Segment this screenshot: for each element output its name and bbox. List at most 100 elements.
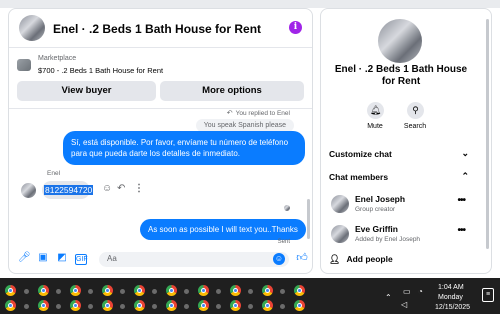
replied-label: You replied to Enel <box>235 110 290 117</box>
customize-chat-label: Customize chat <box>329 149 392 159</box>
clock-day[interactable]: Monday <box>438 294 463 301</box>
browser-taskbar-icon[interactable] <box>230 300 241 311</box>
member-avatar[interactable] <box>331 195 349 213</box>
taskbar-dot-icon <box>248 289 253 294</box>
chat-avatar[interactable] <box>19 15 45 41</box>
browser-taskbar-icon[interactable] <box>294 285 305 296</box>
clock-date[interactable]: 12/15/2025 <box>435 304 470 311</box>
browser-taskbar-icon[interactable] <box>70 285 81 296</box>
taskbar-dot-icon <box>88 304 93 309</box>
composer: 🎤︎ ▣ ◩ GIF Aa ☺ 👍︎ <box>9 247 312 273</box>
member-options-icon[interactable]: ••• <box>457 225 465 236</box>
chat-members-row[interactable]: Chat members ⌃ <box>329 171 469 182</box>
taskbar-dot-icon <box>184 304 189 309</box>
browser-taskbar-icon[interactable] <box>134 285 145 296</box>
member-options-icon[interactable]: ••• <box>457 195 465 206</box>
member-name[interactable]: Enel Joseph <box>355 194 405 204</box>
add-people-label: Add people <box>346 254 393 264</box>
browser-taskbar-icon[interactable] <box>166 285 177 296</box>
browser-taskbar-icon[interactable] <box>262 285 273 296</box>
more-options-button[interactable]: More options <box>160 81 304 101</box>
search-label[interactable]: Search <box>395 123 435 130</box>
volume-icon[interactable]: ◁ <box>401 300 407 309</box>
browser-taskbar-icon[interactable] <box>166 300 177 311</box>
taskbar-dot-icon <box>280 289 285 294</box>
browser-taskbar-icon[interactable] <box>134 300 145 311</box>
browser-taskbar-icon[interactable] <box>198 300 209 311</box>
browser-taskbar-icon[interactable] <box>5 285 16 296</box>
photo-icon[interactable]: ▣ <box>37 252 49 264</box>
outgoing-message[interactable]: As soon as possible I will text you..Tha… <box>140 219 306 240</box>
add-people-row[interactable]: 👤︎ Add people <box>329 254 393 265</box>
message-input[interactable]: Aa ☺ <box>99 252 289 267</box>
chevron-down-icon: ⌄ <box>461 148 469 158</box>
member-avatar[interactable] <box>331 225 349 243</box>
add-person-icon: 👤︎ <box>329 254 341 264</box>
incoming-message[interactable]: 8122594720 <box>42 181 94 199</box>
notifications-icon[interactable]: ≡ <box>482 288 494 302</box>
clock-time[interactable]: 1:04 AM <box>438 284 464 291</box>
group-avatar[interactable] <box>378 19 422 63</box>
gif-icon[interactable]: GIF <box>75 254 88 265</box>
chat-title[interactable]: Enel · .2 Beds 1 Bath House for Rent <box>53 22 261 36</box>
customize-chat-row[interactable]: Customize chat ⌄ <box>329 148 469 159</box>
browser-taskbar-icon[interactable] <box>70 300 81 311</box>
browser-taskbar-icon[interactable] <box>102 300 113 311</box>
chat-scrollbar[interactable] <box>307 199 310 239</box>
selected-phone-number[interactable]: 8122594720 <box>44 185 94 195</box>
react-icon[interactable]: ☺ <box>102 183 112 194</box>
browser-taskbar-icon[interactable] <box>38 300 49 311</box>
network-icon[interactable]: ▭ <box>403 287 411 296</box>
microphone-icon[interactable]: 🎤︎ <box>18 252 31 264</box>
browser-taskbar-icon[interactable] <box>230 285 241 296</box>
marketplace-section: Marketplace $700 - .2 Beds 1 Bath House … <box>9 48 312 109</box>
chat-info-panel: Enel · .2 Beds 1 Bath House for Rent 🔔︎ … <box>320 8 492 274</box>
sticker-icon[interactable]: ◩ <box>56 252 68 264</box>
chat-pane: Enel · .2 Beds 1 Bath House for Rent i M… <box>8 8 313 274</box>
browser-taskbar-icon[interactable] <box>262 300 273 311</box>
marketplace-label: Marketplace <box>38 55 77 62</box>
view-buyer-button[interactable]: View buyer <box>17 81 156 101</box>
taskbar-dot-icon <box>248 304 253 309</box>
reply-arrow-icon: ↶ <box>226 110 233 117</box>
member-name[interactable]: Eve Griffin <box>355 224 398 234</box>
taskbar-dot-icon <box>88 289 93 294</box>
emoji-icon[interactable]: ☺ <box>273 253 285 265</box>
taskbar-dot-icon <box>216 289 221 294</box>
mute-label[interactable]: Mute <box>355 123 395 130</box>
taskbar-dot-icon <box>56 289 61 294</box>
wifi-icon[interactable]: ◔ <box>418 287 423 296</box>
chat-members-label: Chat members <box>329 172 389 182</box>
taskbar-dot-icon <box>120 289 125 294</box>
chevron-up-icon: ⌃ <box>461 171 469 181</box>
taskbar-dot-icon <box>24 289 29 294</box>
panel-scrollbar[interactable] <box>486 19 489 249</box>
outgoing-message[interactable]: Sí, está disponible. Por favor, envíame … <box>63 131 305 165</box>
listing-title[interactable]: $700 - .2 Beds 1 Bath House for Rent <box>38 66 163 75</box>
window-top-strip <box>0 0 500 8</box>
taskbar-dot-icon <box>184 289 189 294</box>
browser-taskbar-icon[interactable] <box>102 285 113 296</box>
sender-avatar[interactable] <box>21 183 36 198</box>
info-icon[interactable]: i <box>289 21 302 34</box>
browser-taskbar-icon[interactable] <box>294 300 305 311</box>
browser-taskbar-icon[interactable] <box>38 285 49 296</box>
message-input-placeholder: Aa <box>107 254 117 263</box>
search-icon[interactable]: ⚲ <box>407 102 424 119</box>
member-role: Added by Enel Joseph <box>355 236 421 243</box>
browser-taskbar-icon[interactable] <box>5 300 16 311</box>
taskbar-dot-icon <box>120 304 125 309</box>
more-actions-icon[interactable]: ⋮ <box>134 183 144 194</box>
group-title: Enel · .2 Beds 1 Bath House for Rent <box>334 64 468 87</box>
thumbs-up-icon[interactable]: 👍︎ <box>296 252 308 264</box>
mute-bell-icon[interactable]: 🔔︎ <box>367 102 384 119</box>
taskbar-dot-icon <box>216 304 221 309</box>
sender-name: Enel <box>47 170 61 177</box>
message-status: Sent <box>277 239 290 245</box>
message-list: ↶ You replied to Enel You speak Spanish p… <box>9 109 312 245</box>
show-hidden-icons-icon[interactable]: ⌃ <box>385 293 392 302</box>
replied-indicator: ↶ You replied to Enel <box>227 109 290 117</box>
listing-thumbnail[interactable] <box>17 59 31 71</box>
reply-icon[interactable]: ↶ <box>117 183 125 194</box>
browser-taskbar-icon[interactable] <box>198 285 209 296</box>
